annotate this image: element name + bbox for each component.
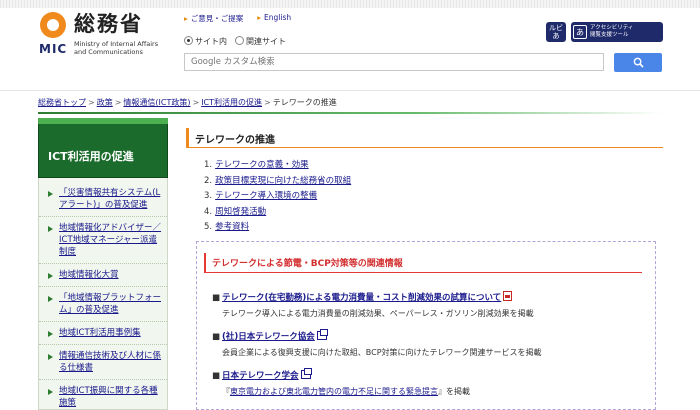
mic-logo-icon[interactable] xyxy=(40,12,66,38)
toc-number: 4. xyxy=(204,206,213,217)
sidebar-item-advisor[interactable]: 地域情報化アドバイザー／ICT地域マネージャー派遣制度 xyxy=(39,217,167,264)
radio-related-label: 関連サイト xyxy=(246,37,286,46)
arrow-icon: ▸ xyxy=(257,13,262,22)
sidebar-header-stripe xyxy=(38,118,168,124)
search-button[interactable] xyxy=(614,53,662,72)
entry-link-telework-society[interactable]: 日本テレワーク学会 xyxy=(222,371,299,381)
english-link-wrap: ▸ English xyxy=(257,13,291,24)
feedback-link-wrap: ▸ ご意見・ご提案 xyxy=(184,13,243,24)
toc-number: 1. xyxy=(204,160,213,170)
toc-link[interactable]: 政策目標実現に向けた総務省の取組 xyxy=(215,176,351,186)
bullet-marker: ■ xyxy=(212,332,221,342)
sidebar-item-cases[interactable]: 地域ICT利活用事例集 xyxy=(39,322,167,345)
sidebar-item-lalert[interactable]: 「災害情報共有システム(Lアラート)」の普及促進 xyxy=(39,182,167,217)
logo-english-line-2: and Communications xyxy=(74,48,143,56)
sidebar-title: ICT利活用の促進 xyxy=(48,150,134,163)
sidebar-item-label[interactable]: 地域情報化アドバイザー／ICT地域マネージャー派遣制度 xyxy=(59,223,161,257)
entry-desc-suffix: 』を掲載 xyxy=(438,387,470,396)
toc-link[interactable]: 周知啓発活動 xyxy=(215,207,266,217)
pdf-icon[interactable] xyxy=(503,291,513,301)
search-scope: サイト内 関連サイト xyxy=(184,36,286,47)
logo-abbr[interactable]: MIC xyxy=(39,42,67,56)
breadcrumb-separator: > xyxy=(264,98,271,107)
top-decorative-band xyxy=(0,0,700,8)
search-icon xyxy=(633,57,644,68)
toc-number: 3. xyxy=(204,191,213,201)
toc-link[interactable]: 参考資料 xyxy=(215,222,249,232)
sidebar-item-label[interactable]: 地域情報化大賞 xyxy=(59,270,119,280)
breadcrumb-separator: > xyxy=(192,98,200,107)
radio-site-option[interactable]: サイト内 xyxy=(184,36,227,47)
accessibility-tool-label: アクセシビリティ 閲覧支援ツール xyxy=(590,25,633,39)
bullet-marker: ■ xyxy=(212,293,221,303)
bullet-marker: ■ xyxy=(212,371,221,381)
header-links: ▸ ご意見・ご提案 ▸ English xyxy=(184,13,291,24)
page-title: テレワークの推進 xyxy=(195,135,275,146)
sidebar-item-label[interactable]: 「地域情報プラットフォーム」の普及促進 xyxy=(59,293,161,315)
sidebar-item-label[interactable]: 地域ICT利活用事例集 xyxy=(59,328,141,338)
ruby-label: ルビ xyxy=(549,24,563,32)
english-link[interactable]: English xyxy=(264,13,291,22)
search-input[interactable] xyxy=(184,53,604,71)
toc-item: 3. テレワーク導入環境の整備 xyxy=(204,189,351,205)
entry-title-telework-association: ■ (社)日本テレワーク協会 xyxy=(212,329,328,342)
arrow-icon: ▸ xyxy=(184,14,188,23)
radio-site-label: サイト内 xyxy=(195,37,227,46)
sidebar-item-label[interactable]: 「災害情報共有システム(Lアラート)」の普及促進 xyxy=(59,188,160,210)
external-link-icon[interactable] xyxy=(300,368,312,379)
entry-desc-telework-society: 『東京電力および東北電力管内の電力不足に関する緊急提言』を掲載 xyxy=(222,386,470,397)
sidebar-item-specs[interactable]: 情報通信技術及び人材に係る仕様書 xyxy=(39,345,167,380)
toc-number: 2. xyxy=(204,175,213,186)
entry-desc-telework-association: 会員企業による復興支援に向けた取組、BCP対策に向けたテレワーク関連サービスを掲… xyxy=(222,348,542,357)
entry-title-power-saving: ■ テレワーク(在宅勤務)による電力消費量・コスト削減効果の試算について xyxy=(212,291,513,303)
toc-link[interactable]: テレワークの意義・効果 xyxy=(215,160,309,170)
ruby-glyph: あ xyxy=(552,32,560,40)
emergency-proposal-link[interactable]: 東京電力および東北電力管内の電力不足に関する緊急提言 xyxy=(230,387,438,396)
breadcrumb-policy[interactable]: 政策 xyxy=(97,98,113,107)
logo-title[interactable]: 総務省 xyxy=(74,8,143,38)
breadcrumb: 総務省トップ > 政策 > 情報通信(ICT政策) > ICT利活用の促進 > テレワークの推進 xyxy=(38,97,337,108)
sidebar-item-label[interactable]: 地域ICT振興に関する各種施策 xyxy=(59,386,158,408)
accessibility-tool-button[interactable]: あ アクセシビリティ 閲覧支援ツール xyxy=(571,22,663,42)
ruby-button[interactable]: ルビ あ xyxy=(546,22,566,42)
toc-item: 1. テレワークの意義・効果 xyxy=(204,158,351,174)
sidebar-nav: 「災害情報共有システム(Lアラート)」の普及促進 地域情報化アドバイザー／ICT… xyxy=(38,178,168,410)
breadcrumb-current: テレワークの推進 xyxy=(272,98,337,107)
table-of-contents: 1. テレワークの意義・効果 2. 政策目標実現に向けた総務省の取組 3. テレワーク… xyxy=(204,158,351,236)
breadcrumb-separator: > xyxy=(88,98,95,107)
entry-desc-power-saving: テレワーク導入による電力消費量の削減効果、ペーパーレス・ガソリン削減効果を掲載 xyxy=(222,309,534,318)
sidebar-item-measures[interactable]: 地域ICT振興に関する各種施策 xyxy=(39,380,167,410)
radio-related-option[interactable]: 関連サイト xyxy=(235,36,286,47)
divider xyxy=(38,112,663,114)
toc-item: 4. 周知啓発活動 xyxy=(204,205,351,221)
toc-item: 5. 参考資料 xyxy=(204,220,351,236)
breadcrumb-ict-policy[interactable]: 情報通信(ICT政策) xyxy=(123,98,190,107)
entry-link-power-saving[interactable]: テレワーク(在宅勤務)による電力消費量・コスト削減効果の試算について xyxy=(222,293,501,303)
logo-english: Ministry of Internal Affairs and Communi… xyxy=(74,40,184,56)
sidebar-item-award[interactable]: 地域情報化大賞 xyxy=(39,264,167,287)
sidebar-item-label[interactable]: 情報通信技術及び人材に係る仕様書 xyxy=(59,351,161,373)
sidebar-item-platform[interactable]: 「地域情報プラットフォーム」の普及促進 xyxy=(39,287,167,322)
related-info-title: テレワークによる節電・BCP対策等の関連情報 xyxy=(212,259,403,269)
entry-title-telework-society: ■ 日本テレワーク学会 xyxy=(212,368,312,381)
entry-link-telework-association[interactable]: (社)日本テレワーク協会 xyxy=(222,332,315,342)
toc-number: 5. xyxy=(204,222,213,232)
toc-link[interactable]: テレワーク導入環境の整備 xyxy=(215,191,317,201)
accessibility-icon: あ xyxy=(573,25,587,39)
breadcrumb-top[interactable]: 総務省トップ xyxy=(38,98,86,107)
accessibility-tool-label-2: 閲覧支援ツール xyxy=(590,32,629,38)
breadcrumb-ict-utilization[interactable]: ICT利活用の促進 xyxy=(201,98,262,107)
accessibility-tool-label-1: アクセシビリティ xyxy=(590,25,634,31)
external-link-icon[interactable] xyxy=(316,329,328,340)
logo-english-line-1: Ministry of Internal Affairs xyxy=(74,40,159,48)
radio-site[interactable] xyxy=(184,36,193,45)
toc-item: 2. 政策目標実現に向けた総務省の取組 xyxy=(204,174,351,190)
breadcrumb-separator: > xyxy=(114,98,122,107)
entry-desc-prefix: 『 xyxy=(222,387,230,396)
radio-related[interactable] xyxy=(235,36,244,45)
feedback-link[interactable]: ご意見・ご提案 xyxy=(191,14,244,23)
